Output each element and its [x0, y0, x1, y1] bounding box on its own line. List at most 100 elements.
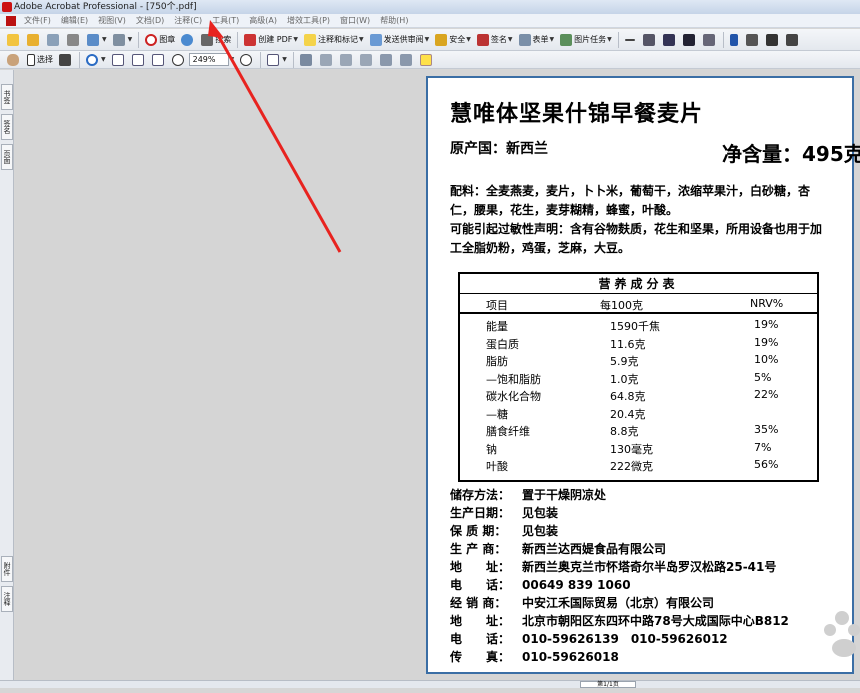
open-button[interactable]	[4, 31, 24, 49]
menu-item-1[interactable]: 编辑(E)	[56, 15, 93, 26]
info-key: 保 质 期：	[450, 524, 507, 538]
info-key: 储存方法：	[450, 488, 511, 502]
page-layout-button[interactable]: ▼	[264, 51, 290, 69]
nutrient-nrv: 5%	[754, 370, 772, 384]
menu-item-5[interactable]: 工具(T)	[207, 15, 244, 26]
fit-width-icon	[151, 53, 164, 66]
nutrition-row: 蛋白质 11.6克 19%	[460, 335, 817, 353]
measure-button[interactable]	[622, 31, 640, 49]
chevron-down-icon[interactable]: ▼	[550, 36, 555, 43]
page-tool-button[interactable]	[783, 31, 803, 49]
zoom-in-icon	[240, 53, 253, 66]
hand-button[interactable]	[4, 51, 24, 69]
review-icon	[369, 33, 382, 46]
comment-markup-button[interactable]: 注释和标记 ▼	[301, 31, 367, 49]
form-icon	[518, 33, 531, 46]
rotate-button[interactable]	[297, 51, 317, 69]
nutrient-name: 脂肪	[486, 355, 508, 368]
link-tool-button[interactable]	[743, 31, 763, 49]
zoom-out-button[interactable]	[169, 51, 189, 69]
print-button[interactable]	[64, 31, 84, 49]
zoom-in-button[interactable]	[237, 51, 257, 69]
fit-width-button[interactable]	[149, 51, 169, 69]
form-label: 表单	[532, 35, 549, 44]
chevron-down-icon[interactable]: ▼	[128, 36, 133, 43]
menu-item-0[interactable]: 文件(F)	[19, 15, 56, 26]
create-pdf-button[interactable]: 创建 PDF ▼	[241, 31, 301, 49]
send-review-label: 发送供审阅	[383, 35, 424, 44]
origin-country: 原产国：新西兰	[450, 141, 548, 157]
nutrition-row: 碳水化合物 64.8克 22%	[460, 387, 817, 405]
paw-watermark-icon	[824, 611, 860, 657]
fit-page-button[interactable]	[129, 51, 149, 69]
chevron-down-icon[interactable]: ▼	[282, 56, 287, 63]
zoom-level-input[interactable]: 249%	[188, 53, 229, 66]
tab-bookmarks[interactable]: 书签	[1, 84, 13, 110]
chevron-down-icon[interactable]: ▼	[508, 36, 513, 43]
chevron-down-icon[interactable]: ▼	[293, 36, 298, 43]
chevron-down-icon[interactable]: ▼	[102, 36, 107, 43]
search-button[interactable]: 搜索	[198, 31, 234, 49]
replace-page-button[interactable]	[357, 51, 377, 69]
touchup-button[interactable]	[680, 31, 700, 49]
chevron-down-icon[interactable]: ▼	[359, 36, 364, 43]
crop-icon	[642, 33, 655, 46]
organizer-button[interactable]	[24, 31, 44, 49]
document-menu-icon[interactable]	[6, 15, 16, 26]
nutrient-nrv: 7%	[754, 440, 772, 454]
chevron-down-icon[interactable]: ▼	[607, 36, 612, 43]
page-tool-icon	[785, 33, 798, 46]
snapshot-button[interactable]	[660, 31, 680, 49]
menu-bar: 文件(F) 编辑(E) 视图(V) 文档(D) 注释(C) 工具(T) 高级(A) 增效工具(…	[0, 14, 860, 28]
security-button[interactable]: 安全 ▼	[432, 31, 474, 49]
menu-item-4[interactable]: 注释(C)	[169, 15, 207, 26]
menu-item-9[interactable]: 帮助(H)	[375, 15, 413, 26]
actual-size-button[interactable]	[109, 51, 129, 69]
extract-page-button[interactable]	[337, 51, 357, 69]
tab-signatures[interactable]: 签名	[1, 114, 13, 140]
picture-tasks-button[interactable]: 图片任务 ▼	[557, 31, 615, 49]
text-cursor-icon	[27, 53, 35, 66]
save-button[interactable]	[44, 31, 64, 49]
menu-item-7[interactable]: 增效工具(P)	[282, 15, 335, 26]
crop-tool-button[interactable]	[640, 31, 660, 49]
chevron-down-icon[interactable]: ▼	[101, 56, 106, 63]
chevron-down-icon[interactable]: ▼	[425, 36, 430, 43]
sign-button[interactable]: 签名 ▼	[474, 31, 516, 49]
form-button[interactable]: 表单 ▼	[516, 31, 558, 49]
crop-page-button[interactable]	[763, 31, 783, 49]
send-review-button[interactable]: 发送供审阅 ▼	[367, 31, 433, 49]
menu-item-8[interactable]: 窗口(W)	[335, 15, 375, 26]
window-titlebar: Adobe Acrobat Professional - [750个.pdf]	[0, 0, 860, 14]
snapshot-tool-button[interactable]	[56, 51, 76, 69]
zoom-dropdown-icon[interactable]: ▼	[230, 56, 235, 63]
email-button[interactable]: ▼	[84, 31, 110, 49]
measure-icon	[624, 38, 635, 41]
toolbar-separator	[79, 51, 80, 68]
forward-button[interactable]	[397, 51, 417, 69]
attach-button[interactable]: ▼	[110, 31, 136, 49]
nutrient-amount: 1.0克	[610, 372, 639, 386]
back-button[interactable]	[377, 51, 397, 69]
page-indicator[interactable]: 第1/1页	[580, 681, 636, 688]
menu-item-6[interactable]: 高级(A)	[244, 15, 282, 26]
chevron-down-icon[interactable]: ▼	[466, 36, 471, 43]
tab-pages[interactable]: 页面	[1, 144, 13, 170]
menu-item-2[interactable]: 视图(V)	[93, 15, 131, 26]
nutrient-amount: 64.8克	[610, 390, 646, 403]
highlight-button[interactable]	[417, 51, 437, 69]
tab-comments[interactable]: 注释	[1, 586, 13, 612]
insert-page-button[interactable]	[317, 51, 337, 69]
select-object-button[interactable]	[727, 31, 743, 49]
menu-item-3[interactable]: 文档(D)	[131, 15, 169, 26]
zoom-tool-button[interactable]: ▼	[83, 51, 109, 69]
tab-attachments[interactable]: 附件	[1, 556, 13, 582]
secondary-toolbar: 选择 ▼ 249% ▼ ▼	[0, 51, 860, 69]
hand-tool-button[interactable]	[700, 31, 720, 49]
globe-button[interactable]	[178, 31, 198, 49]
comment-markup-label: 注释和标记	[318, 35, 359, 44]
print-icon	[67, 33, 79, 46]
info-line: 储存方法： 置于干燥阴凉处	[450, 486, 850, 504]
select-button[interactable]: 选择	[24, 51, 56, 69]
stamp-button[interactable]: 图章	[142, 31, 178, 49]
